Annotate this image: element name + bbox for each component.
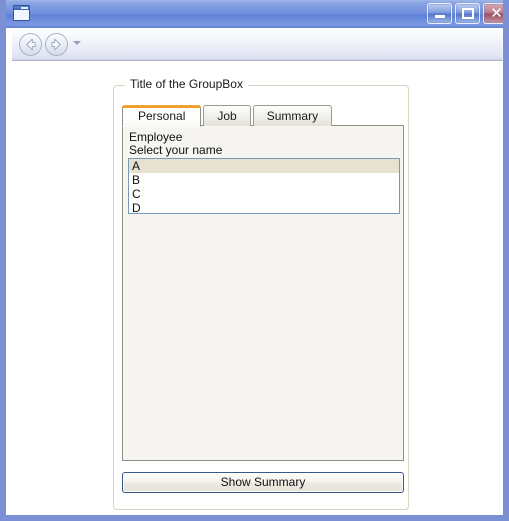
tab-strip: Personal Job Summary: [122, 104, 404, 127]
show-summary-button[interactable]: Show Summary: [122, 472, 404, 493]
application-window-icon: [13, 5, 30, 21]
back-button[interactable]: [19, 33, 42, 56]
tab-job[interactable]: Job: [203, 105, 251, 126]
minimize-icon: [435, 15, 445, 18]
tab-summary-label: Summary: [266, 109, 319, 123]
tab-job-label: Job: [217, 109, 237, 123]
tab-summary[interactable]: Summary: [252, 105, 333, 126]
application-window: ✕ Title of the GroupBox Personal Job Sum…: [0, 0, 509, 521]
close-button[interactable]: ✕: [483, 3, 503, 24]
forward-button[interactable]: [45, 33, 68, 56]
title-bar[interactable]: ✕: [6, 0, 503, 28]
minimize-button[interactable]: [427, 3, 452, 24]
caption-button-group: ✕: [427, 3, 503, 24]
maximize-button[interactable]: [455, 3, 480, 24]
groupbox: Title of the GroupBox Personal Job Summa…: [113, 77, 409, 510]
list-item[interactable]: A: [129, 159, 399, 173]
employee-name-listbox[interactable]: A B C D: [128, 158, 400, 214]
tab-personal[interactable]: Personal: [122, 105, 202, 127]
close-icon: ✕: [490, 4, 503, 22]
client-area: Title of the GroupBox Personal Job Summa…: [12, 61, 503, 515]
list-item[interactable]: B: [129, 173, 399, 187]
groupbox-title: Title of the GroupBox: [125, 77, 248, 91]
tab-panel-personal: Employee Select your name A B C D: [122, 125, 404, 461]
back-arrow-icon: [26, 38, 36, 51]
history-dropdown-icon[interactable]: [73, 41, 81, 45]
navigation-bar: [12, 28, 503, 61]
list-item[interactable]: D: [129, 201, 399, 213]
list-item[interactable]: C: [129, 187, 399, 201]
forward-arrow-icon: [51, 38, 61, 51]
tab-personal-label: Personal: [138, 109, 186, 123]
maximize-icon: [462, 8, 474, 19]
select-name-instruction: Select your name: [129, 143, 223, 157]
employee-heading: Employee: [129, 130, 183, 144]
